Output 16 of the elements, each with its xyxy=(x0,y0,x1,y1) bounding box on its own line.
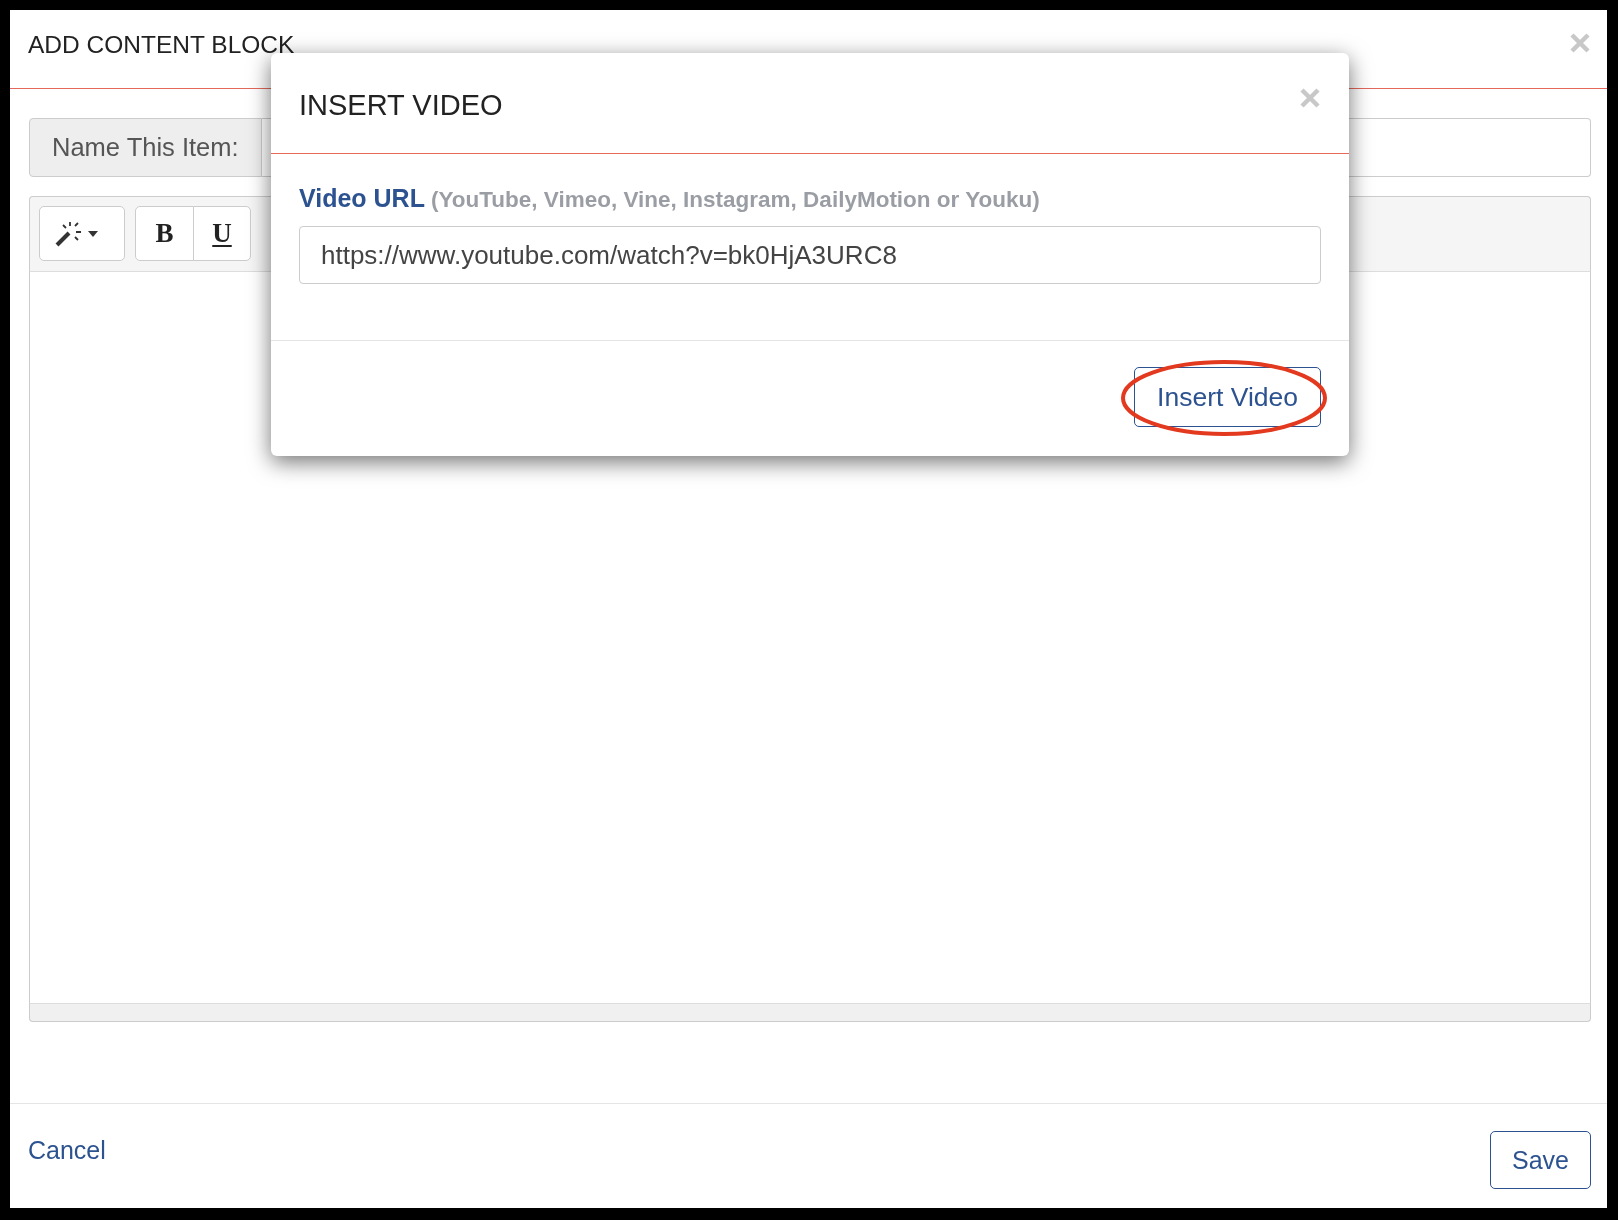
cancel-link[interactable]: Cancel xyxy=(28,1136,106,1164)
caret-icon xyxy=(88,230,98,237)
field-label: Video URL xyxy=(299,184,425,212)
dialog-title: INSERT VIDEO xyxy=(299,88,503,122)
close-icon[interactable] xyxy=(1570,33,1590,53)
url-input[interactable]: https://www.youtube.com/watch?v=bk0HjA3URC8 xyxy=(299,226,1321,284)
bold-button[interactable]: B xyxy=(135,206,194,261)
field-hint: (YouTube, Vimeo, Vine, Instagram, DailyMotion or Youku) xyxy=(430,187,1040,212)
dialog-title: ADD CONTENT BLOCK xyxy=(28,30,295,60)
save-button[interactable]: Save xyxy=(1490,1131,1591,1189)
field-label: Name This Item: xyxy=(29,118,262,177)
magic-wand-icon xyxy=(55,220,83,247)
close-icon[interactable] xyxy=(1300,88,1320,108)
underline-button[interactable]: U xyxy=(193,206,251,261)
insert-video-button[interactable]: Insert Video xyxy=(1134,367,1321,427)
style-menu-button[interactable] xyxy=(39,206,125,261)
